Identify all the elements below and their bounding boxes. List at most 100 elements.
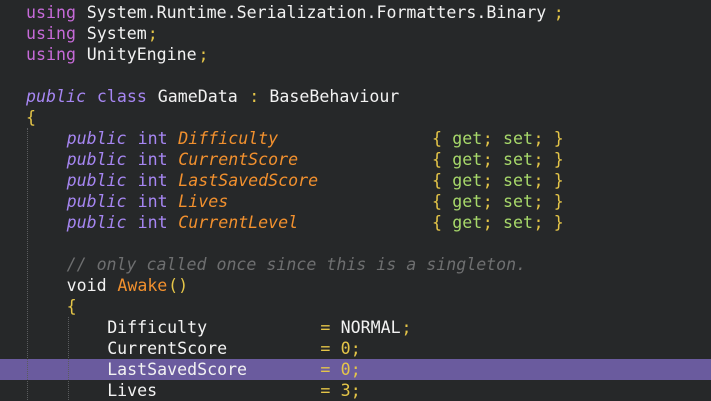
code-token: ; xyxy=(533,171,544,190)
code-token: ; xyxy=(482,171,493,190)
code-token: CurrentScore xyxy=(178,150,299,169)
code-token: } xyxy=(553,129,564,148)
code-token: = xyxy=(320,381,331,400)
code-token: ; xyxy=(553,3,564,22)
code-token: : xyxy=(249,87,260,106)
code-token: { xyxy=(26,108,36,127)
code-line-selected[interactable]: LastSavedScore = 0; xyxy=(0,359,711,380)
code-line[interactable]: { xyxy=(0,296,711,317)
code-token: public xyxy=(66,192,127,211)
code-token: System.Runtime.Serialization.Formatters.… xyxy=(76,3,547,22)
code-line[interactable]: public int LastSavedScore{get; set;} xyxy=(0,170,711,191)
code-token: { xyxy=(432,150,442,169)
code-line[interactable] xyxy=(0,65,711,86)
code-editor[interactable]: using System.Runtime.Serialization.Forma… xyxy=(0,0,711,400)
code-token: set xyxy=(503,171,534,190)
code-token: = xyxy=(320,318,331,337)
code-line[interactable] xyxy=(0,233,711,254)
code-token: ; xyxy=(482,213,493,232)
code-token: public xyxy=(66,213,127,232)
indent-guide xyxy=(67,317,69,400)
code-token: ; xyxy=(350,381,361,400)
code-token: ; xyxy=(482,192,493,211)
code-token: NORMAL xyxy=(340,318,401,337)
code-token: BaseBehaviour xyxy=(259,87,400,106)
code-token: ; xyxy=(482,150,493,169)
code-token: Awake xyxy=(117,276,168,295)
code-token: get xyxy=(452,192,483,211)
code-token: Difficulty xyxy=(107,318,208,337)
code-token: ; xyxy=(198,45,209,64)
code-token: get xyxy=(452,171,483,190)
code-token: CurrentLevel xyxy=(178,213,299,232)
code-token: { xyxy=(66,297,77,316)
code-token: System xyxy=(76,24,147,43)
code-token: public xyxy=(26,87,86,106)
code-token: } xyxy=(553,150,564,169)
code-token: { xyxy=(432,171,442,190)
code-token: ; xyxy=(350,339,361,358)
code-token: = xyxy=(320,360,331,379)
code-line[interactable]: CurrentScore = 0; xyxy=(0,338,711,359)
code-token: Lives xyxy=(178,192,229,211)
code-token: UnityEngine xyxy=(76,45,197,64)
code-token: int xyxy=(137,171,168,190)
code-token: } xyxy=(553,213,564,232)
code-token: public xyxy=(66,171,127,190)
code-token: int xyxy=(137,192,168,211)
code-token: 3 xyxy=(340,381,351,400)
code-line[interactable]: Lives = 3; xyxy=(0,380,711,401)
code-token: set xyxy=(503,150,534,169)
code-token: CurrentScore xyxy=(107,339,228,358)
code-line[interactable]: public int CurrentScore{get; set;} xyxy=(0,149,711,170)
code-token: set xyxy=(503,129,534,148)
code-token: } xyxy=(553,192,564,211)
code-token: int xyxy=(137,150,168,169)
code-token: get xyxy=(452,129,483,148)
code-token: 0 xyxy=(340,339,351,358)
code-token: int xyxy=(137,129,168,148)
code-token: set xyxy=(503,213,534,232)
code-token: ; xyxy=(147,24,158,43)
code-token: Difficulty xyxy=(178,129,279,148)
code-line[interactable]: using UnityEngine; xyxy=(0,44,711,65)
code-token: LastSavedScore xyxy=(178,171,319,190)
code-token: GameData xyxy=(147,87,248,106)
code-token: get xyxy=(452,150,483,169)
code-token: ; xyxy=(482,129,493,148)
code-token: ; xyxy=(350,360,361,379)
code-token: ; xyxy=(533,192,544,211)
code-line[interactable]: using System; xyxy=(0,23,711,44)
code-line[interactable]: // only called once since this is a sing… xyxy=(0,254,711,275)
code-token: } xyxy=(553,171,564,190)
code-token: using xyxy=(26,3,76,22)
code-line[interactable]: public int CurrentLevel{get; set;} xyxy=(0,212,711,233)
code-token: class xyxy=(86,87,147,106)
code-token: using xyxy=(26,45,76,64)
code-line[interactable]: public int Difficulty{get; set;} xyxy=(0,128,711,149)
code-token: { xyxy=(432,213,442,232)
code-token: ; xyxy=(533,150,544,169)
code-line[interactable]: public class GameData : BaseBehaviour xyxy=(0,86,711,107)
code-token: void xyxy=(66,276,107,295)
code-token: () xyxy=(168,276,189,295)
code-token: = xyxy=(320,339,331,358)
code-token: Lives xyxy=(107,381,158,400)
code-token: using xyxy=(26,24,76,43)
code-line[interactable]: { xyxy=(0,107,711,128)
code-token: ; xyxy=(533,129,544,148)
code-token: get xyxy=(452,213,483,232)
code-line[interactable]: Difficulty = NORMAL; xyxy=(0,317,711,338)
code-line[interactable]: using System.Runtime.Serialization.Forma… xyxy=(0,2,711,23)
code-token: set xyxy=(503,192,534,211)
code-token: { xyxy=(432,129,442,148)
code-token: ; xyxy=(533,213,544,232)
code-line[interactable]: public int Lives{get; set;} xyxy=(0,191,711,212)
code-line[interactable]: void Awake() xyxy=(0,275,711,296)
code-token: int xyxy=(137,213,168,232)
code-token: ; xyxy=(401,318,412,337)
code-token: 0 xyxy=(340,360,351,379)
code-token: LastSavedScore xyxy=(107,360,248,379)
code-token: public xyxy=(66,150,127,169)
indent-guide xyxy=(27,128,28,400)
